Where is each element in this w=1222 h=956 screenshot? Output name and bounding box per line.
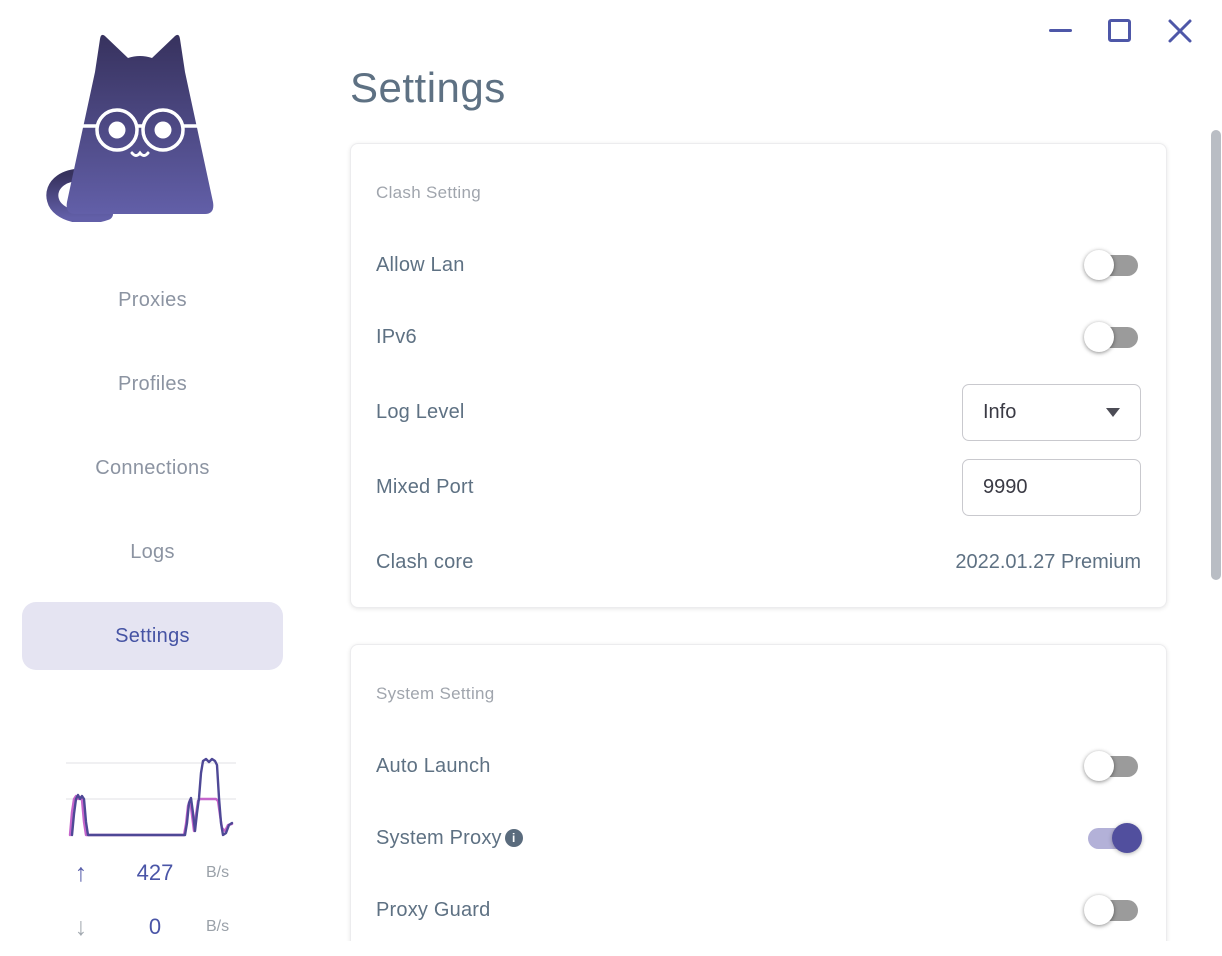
log-level-label: Log Level — [376, 400, 465, 423]
allow-lan-toggle[interactable] — [1084, 250, 1141, 280]
auto-launch-toggle[interactable] — [1084, 751, 1141, 781]
clash-core-label: Clash core — [376, 550, 474, 573]
clash-core-version: 2022.01.27 Premium — [955, 550, 1141, 573]
proxy-guard-toggle[interactable] — [1084, 895, 1141, 925]
log-level-value: Info — [983, 400, 1017, 423]
clash-cat-logo — [45, 26, 235, 224]
sidebar-item-proxies[interactable]: Proxies — [22, 266, 283, 334]
traffic-graph — [64, 752, 240, 847]
ipv6-toggle[interactable] — [1084, 322, 1141, 352]
section-label-clash-setting: Clash Setting — [376, 183, 482, 202]
traffic-upload-row: ↑ 427 B/s — [58, 858, 248, 888]
system-setting-card: System Setting Auto Launch System Proxy … — [350, 644, 1167, 956]
system-proxy-label: System Proxy i — [376, 827, 523, 850]
minimize-icon[interactable] — [1049, 29, 1072, 32]
log-level-select[interactable]: Info — [962, 383, 1141, 441]
sidebar-nav: Proxies Profiles Connections Logs Settin… — [0, 266, 305, 686]
section-label-system-setting: System Setting — [376, 684, 495, 703]
row-auto-launch: Auto Launch — [376, 736, 1141, 796]
download-speed-unit: B/s — [206, 918, 230, 935]
mixed-port-input[interactable] — [962, 458, 1141, 516]
scrollbar-thumb[interactable] — [1211, 130, 1221, 580]
sidebar-item-settings[interactable]: Settings — [22, 602, 283, 670]
row-allow-lan: Allow Lan — [376, 235, 1141, 295]
traffic-download-row: ↓ 0 B/s — [58, 912, 248, 942]
sidebar-item-connections[interactable]: Connections — [22, 434, 283, 502]
app-window: Proxies Profiles Connections Logs Settin… — [0, 0, 1222, 956]
row-system-proxy: System Proxy i — [376, 808, 1142, 868]
row-log-level: Log Level Info — [376, 382, 1141, 442]
auto-launch-label: Auto Launch — [376, 754, 491, 777]
row-mixed-port: Mixed Port — [376, 457, 1141, 517]
upload-speed-value: 427 — [136, 860, 174, 885]
traffic-line-purple — [70, 757, 234, 837]
row-proxy-guard: Proxy Guard — [376, 880, 1141, 940]
ipv6-label: IPv6 — [376, 325, 417, 348]
upload-arrow-icon: ↑ — [74, 859, 88, 887]
maximize-icon[interactable] — [1108, 19, 1131, 42]
chevron-down-icon — [1106, 407, 1120, 417]
close-icon[interactable] — [1167, 18, 1193, 44]
bottom-mask — [0, 941, 1222, 956]
system-proxy-toggle[interactable] — [1085, 823, 1142, 853]
info-icon[interactable]: i — [504, 829, 523, 847]
system-proxy-label-text: System Proxy — [376, 826, 502, 849]
upload-speed-unit: B/s — [206, 864, 230, 881]
allow-lan-label: Allow Lan — [376, 253, 465, 276]
proxy-guard-label: Proxy Guard — [376, 898, 491, 921]
row-ipv6: IPv6 — [376, 307, 1141, 367]
page-title: Settings — [350, 64, 506, 111]
sidebar-item-logs[interactable]: Logs — [22, 518, 283, 586]
sidebar-item-profiles[interactable]: Profiles — [22, 350, 283, 418]
row-clash-core: Clash core 2022.01.27 Premium — [376, 532, 1141, 592]
traffic-line-magenta — [68, 794, 234, 837]
clash-setting-card: Clash Setting Allow Lan IPv6 Log Level I… — [350, 143, 1167, 608]
mixed-port-label: Mixed Port — [376, 475, 474, 498]
download-speed-value: 0 — [148, 914, 162, 939]
download-arrow-icon: ↓ — [74, 913, 88, 941]
